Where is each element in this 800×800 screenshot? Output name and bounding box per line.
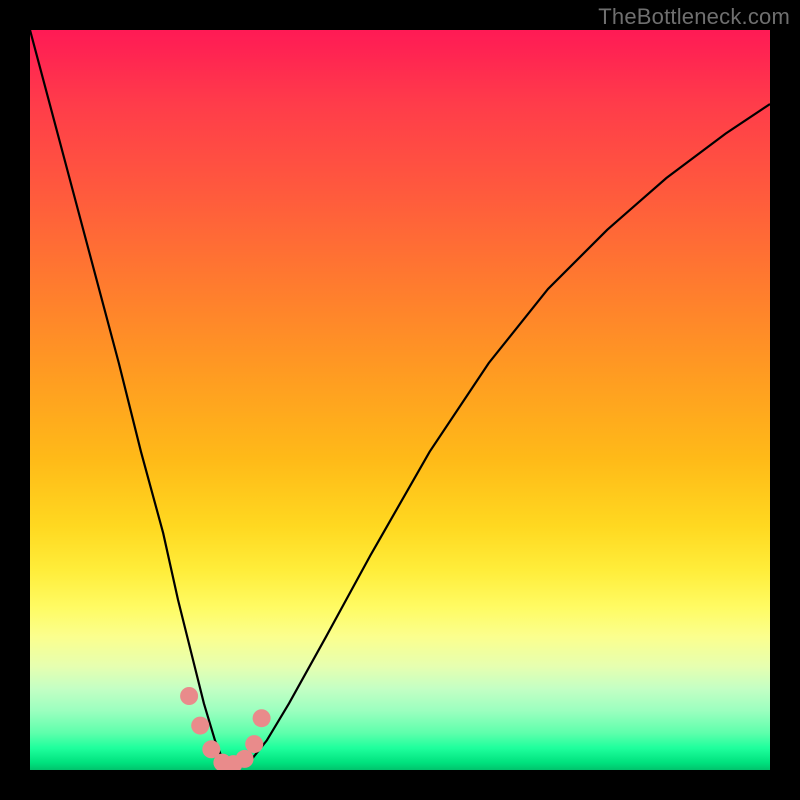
marker-point	[236, 750, 254, 768]
chart-frame: TheBottleneck.com	[0, 0, 800, 800]
plot-area	[30, 30, 770, 770]
marker-point	[245, 735, 263, 753]
watermark-text: TheBottleneck.com	[598, 4, 790, 30]
bottleneck-curve	[30, 30, 770, 766]
marker-point	[180, 687, 198, 705]
marker-point	[253, 709, 271, 727]
marker-point	[191, 717, 209, 735]
marker-group	[180, 687, 271, 770]
chart-svg	[30, 30, 770, 770]
